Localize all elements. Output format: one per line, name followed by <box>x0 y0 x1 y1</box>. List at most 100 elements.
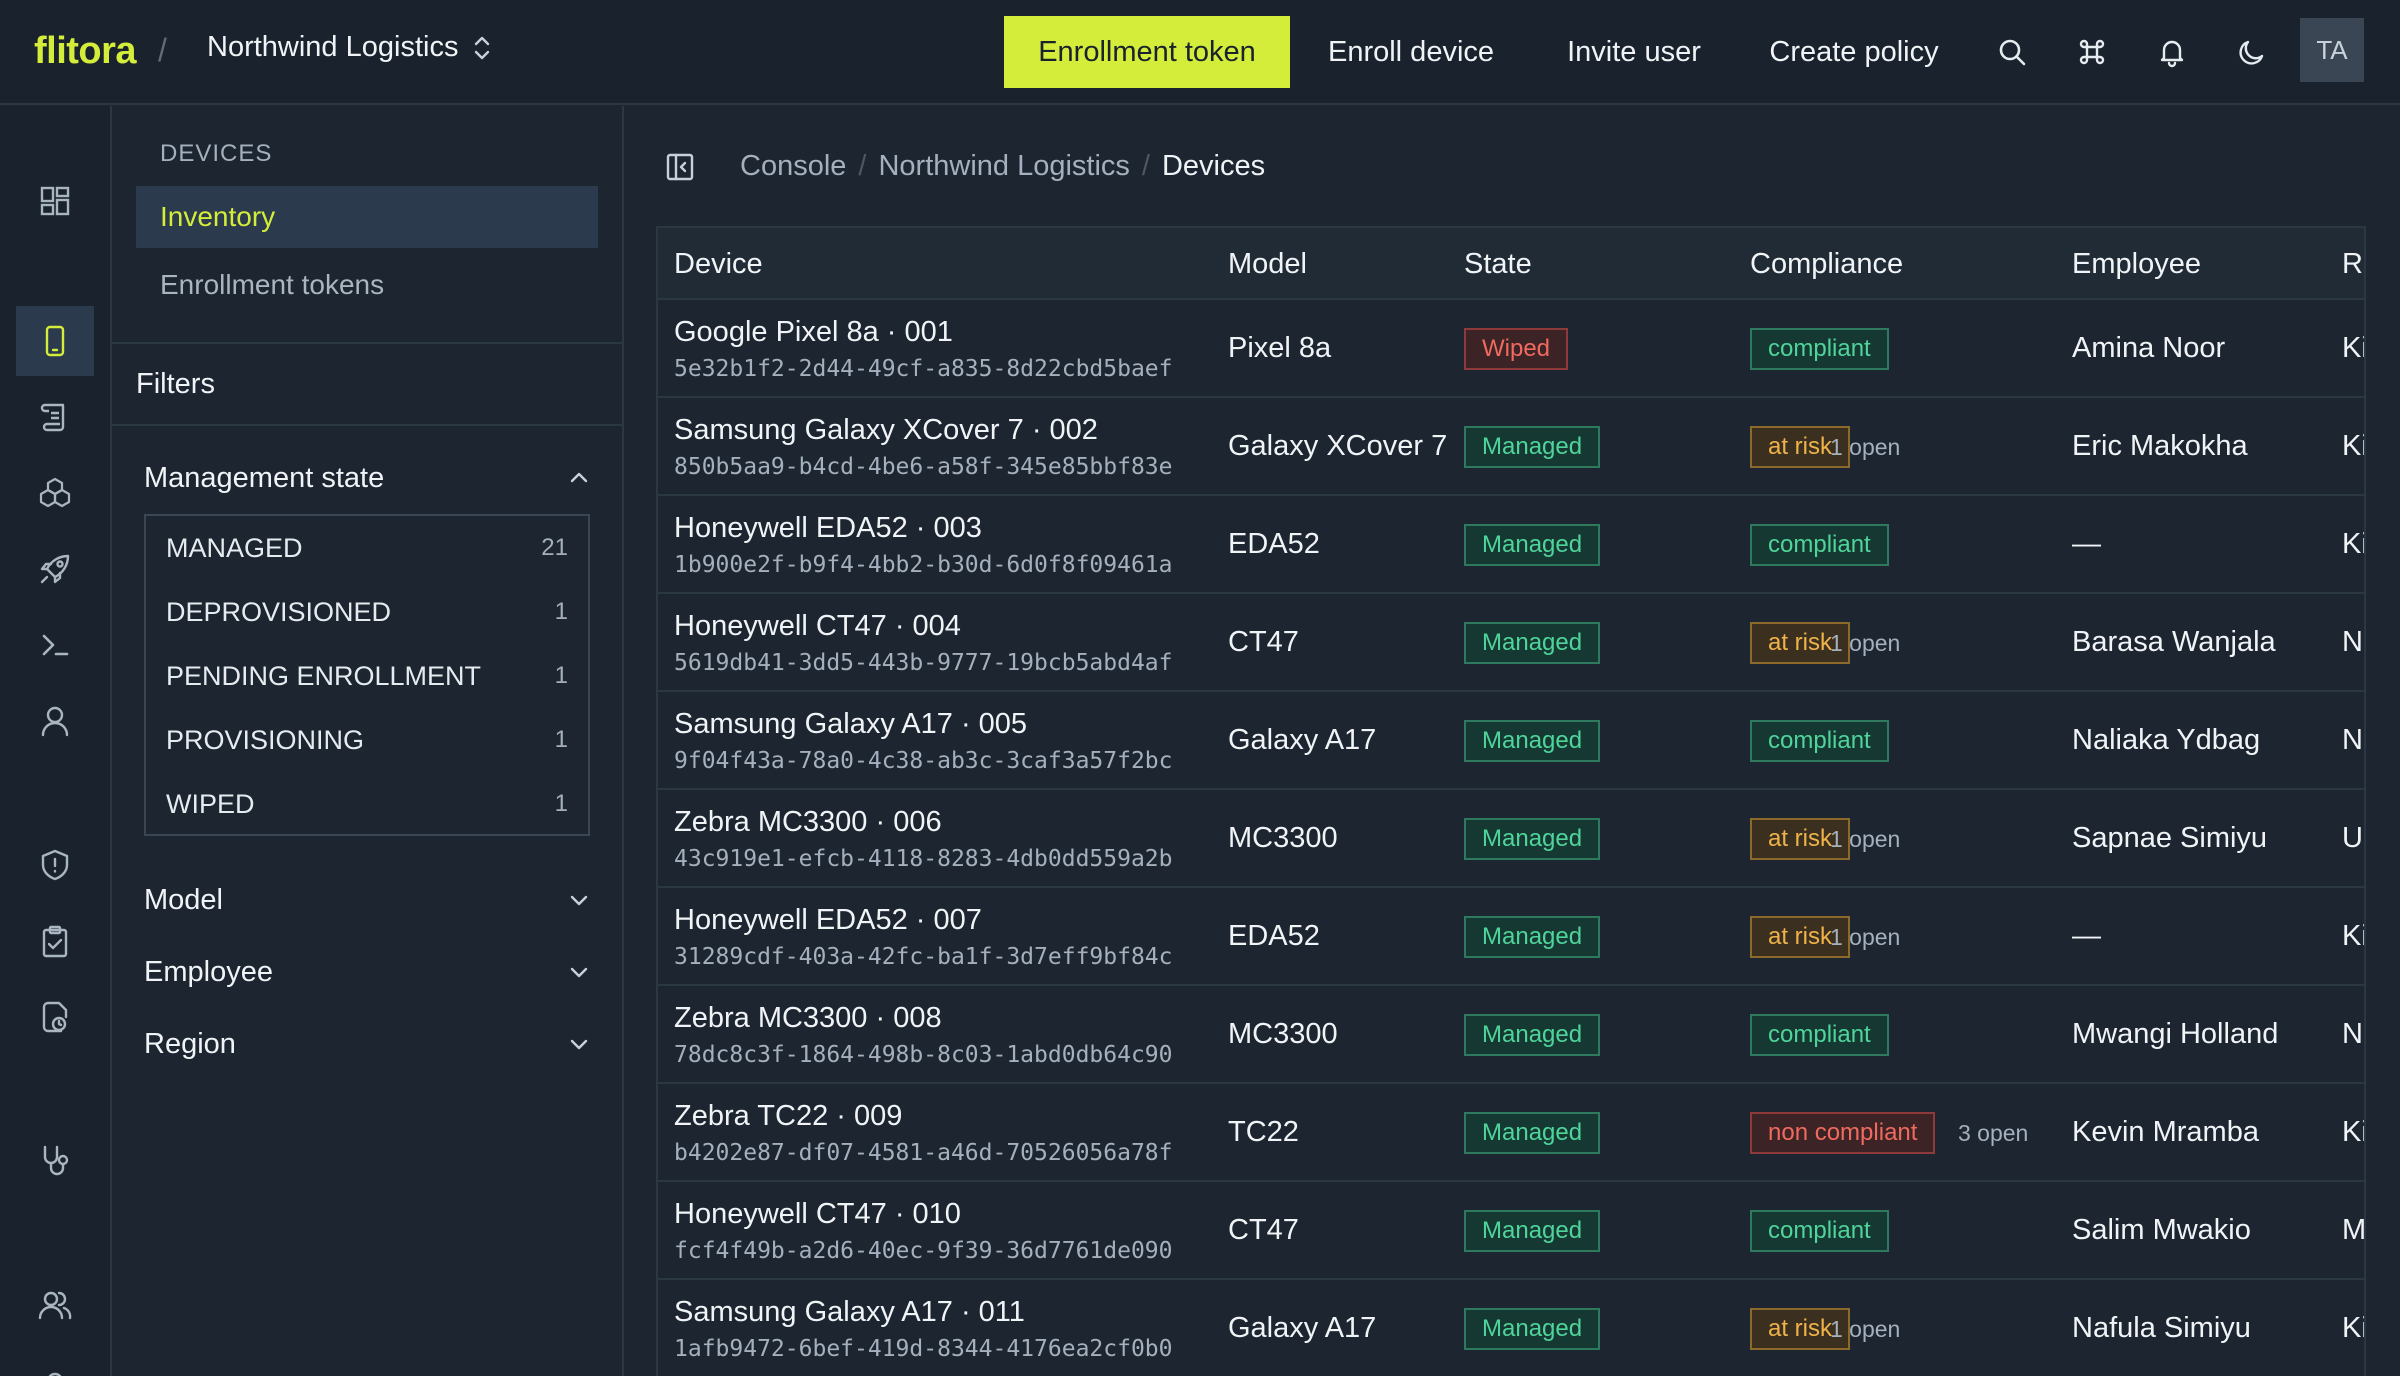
breadcrumb-console[interactable]: Console <box>740 150 846 183</box>
column-header-model[interactable]: Model <box>1228 248 1307 281</box>
compliance-badge: non compliant <box>1750 1112 1936 1154</box>
state-option-provisioning[interactable]: PROVISIONING 1 <box>146 708 588 772</box>
shield-icon[interactable] <box>16 830 94 900</box>
column-header-compliance[interactable]: Compliance <box>1750 248 1903 281</box>
table-row[interactable]: Google Pixel 8a · 001 5e32b1f2-2d44-49cf-… <box>658 300 2364 398</box>
device-model: EDA52 <box>1228 528 1320 560</box>
device-name[interactable]: Samsung Galaxy A17 · 005 <box>674 708 1027 741</box>
create-policy-button[interactable]: Create policy <box>1762 16 1946 88</box>
state-count: 1 <box>554 662 568 689</box>
table-row[interactable]: Zebra MC3300 · 008 78dc8c3f-1864-498b-8c0… <box>658 986 2364 1084</box>
region-name: U <box>2342 822 2363 854</box>
stethoscope-icon[interactable] <box>16 1126 94 1196</box>
state-badge: Managed <box>1464 720 1601 762</box>
state-badge: Managed <box>1464 524 1601 566</box>
chevron-down-icon <box>570 1039 588 1050</box>
facet-region[interactable]: Region <box>144 1020 592 1068</box>
region-name: Ki <box>2342 528 2366 560</box>
rocket-icon[interactable] <box>16 534 94 604</box>
facet-management-state[interactable]: Management state <box>144 454 592 502</box>
device-name[interactable]: Zebra MC3300 · 006 <box>674 806 942 839</box>
devices-table: Device Model State Compliance Employee R… <box>656 226 2366 1376</box>
open-issues-count[interactable]: 1 open <box>1830 826 1900 853</box>
state-label: MANAGED <box>166 532 303 563</box>
column-header-employee[interactable]: Employee <box>2072 248 2201 281</box>
breadcrumb-org[interactable]: Northwind Logistics <box>878 150 1129 183</box>
command-icon[interactable] <box>2064 24 2120 80</box>
search-icon[interactable] <box>1984 24 2040 80</box>
cubes-icon[interactable] <box>16 458 94 528</box>
column-header-state[interactable]: State <box>1464 248 1532 281</box>
state-label: WIPED <box>166 788 255 819</box>
facet-label: Region <box>144 1027 236 1060</box>
state-badge: Wiped <box>1464 328 1569 370</box>
region-name: N <box>2342 1018 2363 1050</box>
device-name[interactable]: Honeywell EDA52 · 007 <box>674 904 982 937</box>
table-row[interactable]: Samsung Galaxy XCover 7 · 002 850b5aa9-b4… <box>658 398 2364 496</box>
device-id: b4202e87-df07-4581-a46d-70526056a78f <box>674 1140 1173 1166</box>
table-row[interactable]: Honeywell EDA52 · 003 1b900e2f-b9f4-4bb2-… <box>658 496 2366 594</box>
table-row[interactable]: Zebra MC3300 · 006 43c919e1-efcb-4118-828… <box>658 790 2364 888</box>
open-issues-count[interactable]: 1 open <box>1830 1316 1900 1343</box>
users-icon[interactable] <box>16 1270 94 1340</box>
app-logo[interactable]: flitora <box>34 30 137 73</box>
column-header-device[interactable]: Device <box>674 248 763 281</box>
open-issues-count[interactable]: 1 open <box>1830 630 1900 657</box>
device-id: 43c919e1-efcb-4118-8283-4db0dd559a2b <box>674 846 1173 872</box>
state-badge: Managed <box>1464 1308 1601 1350</box>
state-option-deprovisioned[interactable]: DEPROVISIONED 1 <box>146 580 588 644</box>
state-option-wiped[interactable]: WIPED 1 <box>146 772 588 836</box>
device-name[interactable]: Honeywell EDA52 · 003 <box>674 512 982 545</box>
device-model: MC3300 <box>1228 822 1338 854</box>
settings-icon[interactable] <box>16 1346 94 1376</box>
scroll-icon[interactable] <box>16 382 94 452</box>
breadcrumb-separator: / <box>858 150 867 182</box>
table-row[interactable]: Samsung Galaxy A17 · 005 9f04f43a-78a0-4c… <box>658 692 2364 790</box>
state-option-pending-enrollment[interactable]: PENDING ENROLLMENT 1 <box>146 644 588 708</box>
filters-title: Filters <box>136 368 215 400</box>
table-row[interactable]: Honeywell CT47 · 004 5619db41-3dd5-443b-9… <box>658 594 2364 692</box>
moon-icon[interactable] <box>2224 24 2280 80</box>
table-row[interactable]: Zebra TC22 · 009 b4202e87-df07-4581-a46d-… <box>658 1084 2364 1182</box>
column-header-region[interactable]: Region <box>2342 248 2364 281</box>
table-row[interactable]: Samsung Galaxy A17 · 011 1afb9472-6bef-41… <box>658 1280 2364 1376</box>
bell-icon[interactable] <box>2144 24 2200 80</box>
device-name[interactable]: Google Pixel 8a · 001 <box>674 316 953 349</box>
dashboard-icon[interactable] <box>16 166 94 236</box>
user-icon[interactable] <box>16 686 94 756</box>
open-issues-count[interactable]: 1 open <box>1830 434 1900 461</box>
sidebar-toggle-icon[interactable] <box>664 151 696 183</box>
sidebar-item-inventory[interactable]: Inventory <box>136 186 598 248</box>
device-icon[interactable] <box>16 306 94 376</box>
chevron-down-icon <box>570 895 588 906</box>
open-issues-count[interactable]: 1 open <box>1830 924 1900 951</box>
org-switcher[interactable]: Northwind Logistics <box>207 31 492 64</box>
device-id: 1afb9472-6bef-419d-8344-4176ea2cf0b0 <box>674 1336 1173 1362</box>
sidebar-item-enrollment-tokens[interactable]: Enrollment tokens <box>136 254 598 316</box>
enrollment-token-button[interactable]: Enrollment token <box>1004 16 1290 88</box>
device-name[interactable]: Honeywell CT47 · 004 <box>674 610 961 643</box>
state-badge: Managed <box>1464 622 1601 664</box>
employee-name: Mwangi Holland <box>2072 1018 2279 1050</box>
terminal-icon[interactable] <box>16 610 94 680</box>
enroll-device-button[interactable]: Enroll device <box>1316 16 1506 88</box>
table-row[interactable]: Honeywell EDA52 · 007 31289cdf-403a-42fc-… <box>658 888 2364 986</box>
invite-user-button[interactable]: Invite user <box>1554 16 1714 88</box>
facet-employee[interactable]: Employee <box>144 948 592 996</box>
state-count: 1 <box>554 726 568 753</box>
compliance-badge: compliant <box>1750 720 1889 762</box>
device-name[interactable]: Zebra MC3300 · 008 <box>674 1002 942 1035</box>
table-header: Device Model State Compliance Employee R… <box>658 228 2364 300</box>
device-name[interactable]: Samsung Galaxy XCover 7 · 002 <box>674 414 1098 447</box>
state-option-managed[interactable]: MANAGED 21 <box>146 516 588 580</box>
avatar[interactable]: TA <box>2300 18 2364 82</box>
history-icon[interactable] <box>16 982 94 1052</box>
state-filter-list: MANAGED 21 DEPROVISIONED 1 PENDING ENROL… <box>144 514 590 836</box>
open-issues-count[interactable]: 3 open <box>1958 1120 2028 1147</box>
device-name[interactable]: Honeywell CT47 · 010 <box>674 1198 961 1231</box>
clipboard-icon[interactable] <box>16 906 94 976</box>
table-row[interactable]: Honeywell CT47 · 010 fcf4f49b-a2d6-40ec-9… <box>658 1182 2364 1280</box>
facet-model[interactable]: Model <box>144 876 592 924</box>
device-name[interactable]: Samsung Galaxy A17 · 011 <box>674 1296 1025 1329</box>
device-name[interactable]: Zebra TC22 · 009 <box>674 1100 902 1133</box>
